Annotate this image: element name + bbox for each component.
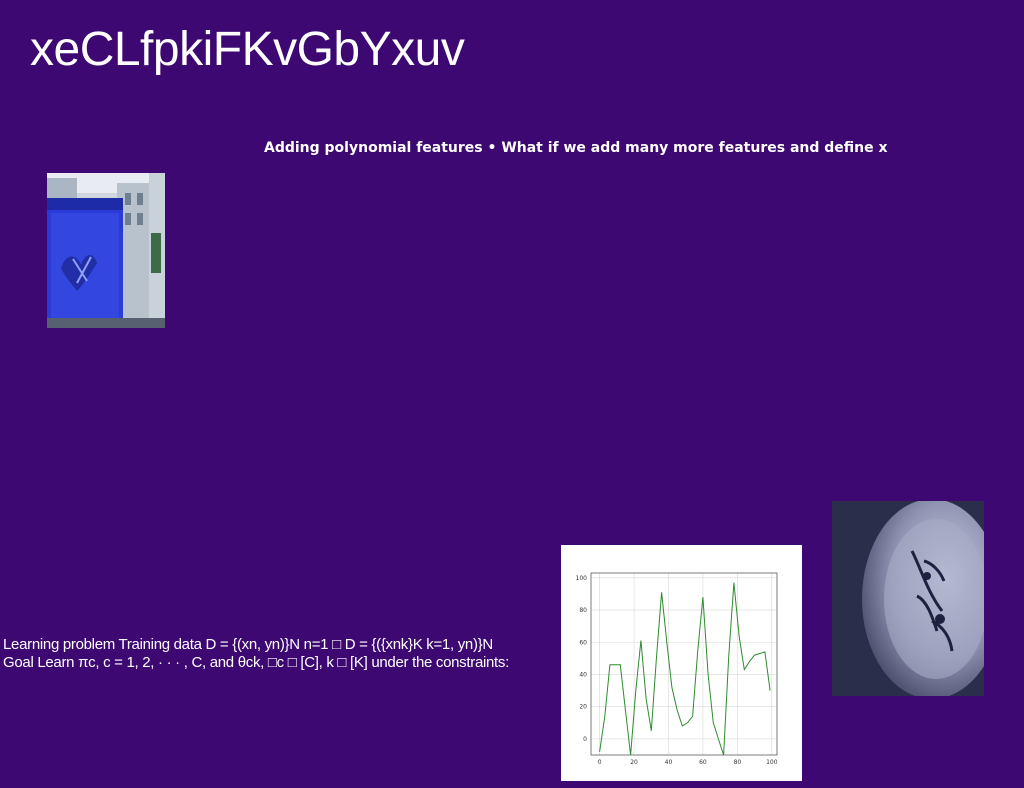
- body-line-learning-problem: Learning problem Training data D = {(xn,…: [3, 636, 493, 653]
- y-tick-label: 60: [579, 639, 587, 646]
- plot-frame: [590, 572, 778, 756]
- x-tick-label: 0: [598, 759, 602, 766]
- body-text: Learning problem Training data D = {(xn,…: [3, 636, 509, 672]
- slide-subtitle: Adding polynomial features • What if we …: [264, 140, 888, 156]
- body-line-goal: Goal Learn πc, c = 1, 2, · · · , C, and …: [3, 654, 509, 671]
- series-line: [599, 582, 771, 756]
- y-tick-label: 40: [579, 671, 587, 678]
- x-tick-label: 80: [734, 759, 742, 766]
- y-tick-label: 80: [579, 607, 587, 614]
- building-photo: [47, 173, 165, 328]
- y-tick-label: 0: [583, 736, 587, 743]
- y-tick-label: 20: [579, 704, 587, 711]
- x-tick-label: 100: [766, 759, 778, 766]
- x-tick-label: 40: [665, 759, 673, 766]
- plate-photo: [832, 501, 984, 696]
- y-tick-label: 100: [576, 575, 588, 582]
- line-chart: 0 20 40 60 80 100 0 20 40 60 80 100: [561, 545, 802, 781]
- slide-title: xeCLfpkiFKvGbYxuv: [30, 23, 465, 76]
- line-chart-svg: 0 20 40 60 80 100 0 20 40 60 80 100: [576, 572, 778, 766]
- x-tick-label: 20: [630, 759, 638, 766]
- x-tick-label: 60: [699, 759, 707, 766]
